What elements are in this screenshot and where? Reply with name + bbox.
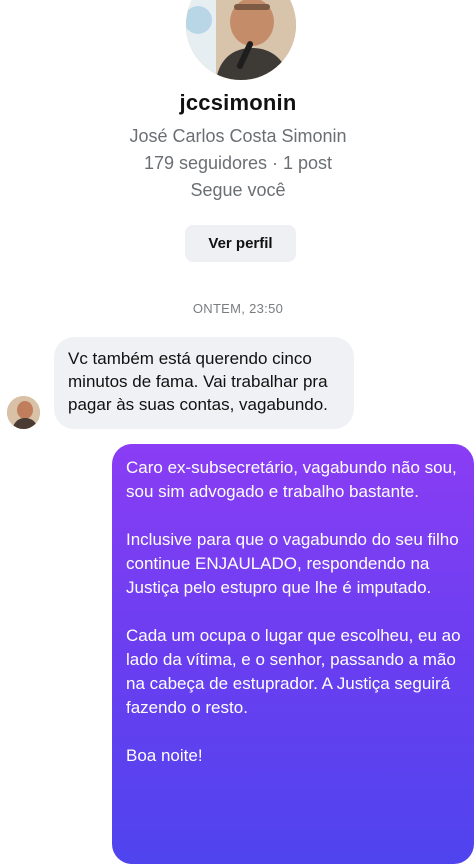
follows-you-label: Segue você <box>190 180 286 200</box>
view-profile-button[interactable]: Ver perfil <box>185 225 296 262</box>
sender-avatar[interactable] <box>7 396 40 429</box>
profile-full-name: José Carlos Costa Simonin <box>129 126 347 146</box>
outgoing-message[interactable]: Caro ex-subsecretário, vagabundo não sou… <box>112 444 474 864</box>
profile-username: jccsimonin <box>179 90 297 115</box>
outgoing-paragraph: Inclusive para que o vagabundo do seu fi… <box>126 530 459 597</box>
outgoing-paragraph: Cada um ocupa o lugar que escolheu, eu a… <box>126 626 461 717</box>
profile-stats: 179 seguidores · 1 post <box>143 153 333 173</box>
outgoing-paragraph: Boa noite! <box>126 746 203 765</box>
message-timestamp: ONTEM, 23:50 <box>192 301 284 316</box>
sender-avatar-icon <box>7 396 40 429</box>
profile-avatar[interactable] <box>186 0 296 80</box>
incoming-message[interactable]: Vc também está querendo cinco minutos de… <box>54 337 354 429</box>
outgoing-paragraph: Caro ex-subsecretário, vagabundo não sou… <box>126 458 457 501</box>
profile-photo-icon <box>186 0 296 80</box>
